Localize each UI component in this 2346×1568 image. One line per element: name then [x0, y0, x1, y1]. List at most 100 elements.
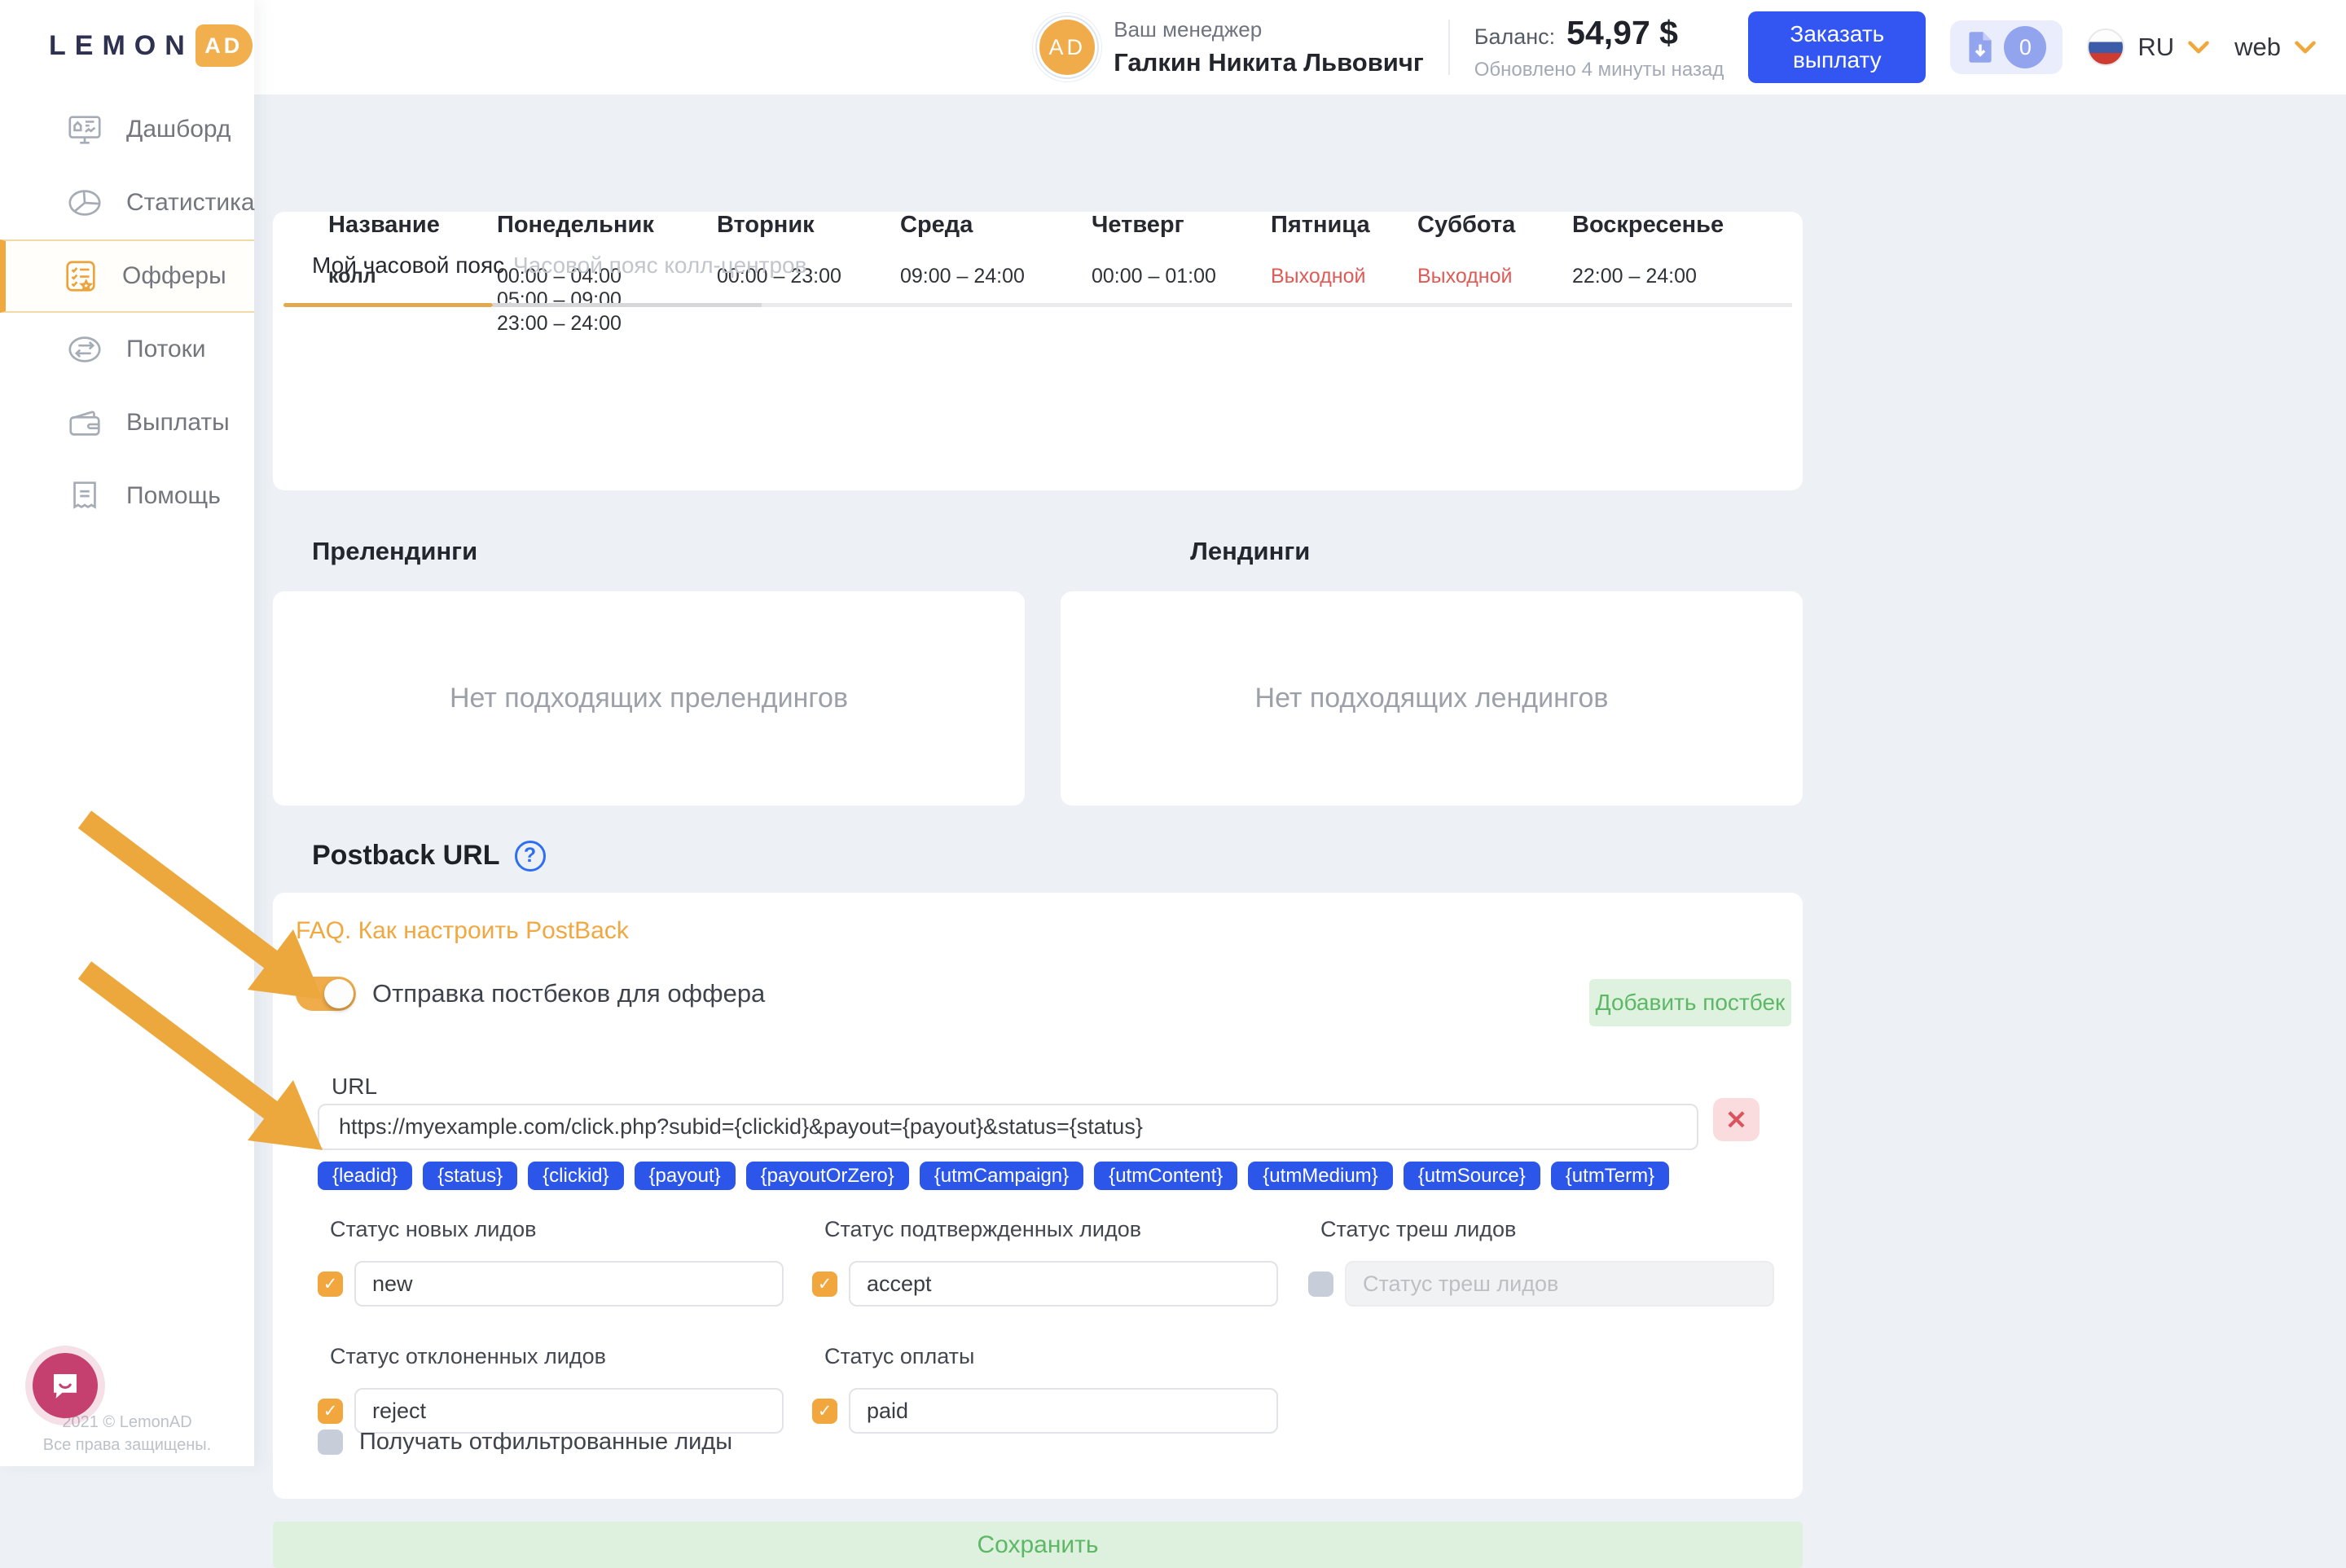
manager-block: AD Ваш менеджер Галкин Никита Львовичг: [1037, 17, 1423, 77]
copyright-line1: 2021 © LemonAD: [0, 1411, 254, 1434]
macro-tag[interactable]: {utmCampaign}: [920, 1162, 1083, 1190]
sidebar-item-label: Выплаты: [126, 409, 230, 437]
balance-amount: 54,97 $: [1566, 14, 1678, 52]
macro-tag[interactable]: {utmContent}: [1094, 1162, 1237, 1190]
header-divider: [1448, 20, 1450, 75]
sidebar-item-help[interactable]: Помощь: [0, 459, 254, 533]
url-label: URL: [332, 1074, 377, 1100]
schedule-sunday-cell: 22:00 – 24:00: [1572, 265, 1803, 336]
macro-tag[interactable]: {clickid}: [528, 1162, 623, 1190]
status-confirmed-input[interactable]: [849, 1261, 1278, 1307]
timezone-schedule-card: Мой часовой пояс Часовой пояс колл-центр…: [273, 212, 1803, 490]
column-header: Суббота: [1417, 212, 1572, 239]
schedule-friday-cell: Выходной: [1271, 265, 1417, 336]
postback-url-input[interactable]: [318, 1104, 1698, 1150]
save-button[interactable]: Сохранить: [273, 1522, 1803, 1568]
request-payout-button[interactable]: Заказать выплату: [1748, 11, 1926, 83]
downloads-widget[interactable]: 0: [1950, 20, 2063, 74]
sidebar-item-offers[interactable]: Офферы: [0, 239, 254, 313]
sidebar-item-statistics[interactable]: Статистика: [0, 166, 254, 239]
schedule-wednesday-cell: 09:00 – 24:00: [900, 265, 1092, 336]
tab-my-timezone[interactable]: Мой часовой пояс: [312, 253, 504, 279]
macro-tag[interactable]: {leadid}: [318, 1162, 412, 1190]
status-paid-checkbox[interactable]: [812, 1399, 837, 1424]
brand-logo[interactable]: LEMON AD: [49, 24, 253, 67]
statistics-icon: [66, 184, 103, 222]
column-header: Среда: [900, 212, 1092, 239]
column-header: Четверг: [1092, 212, 1271, 239]
column-header: Пятница: [1271, 212, 1417, 239]
balance-block: Баланс: 54,97 $ Обновлено 4 минуты назад: [1474, 14, 1724, 81]
column-header: Воскресенье: [1572, 212, 1803, 239]
tab-callcenter-timezone[interactable]: Часовой пояс колл-центров: [513, 253, 806, 279]
chevron-down-icon: [2187, 40, 2210, 55]
status-paid-input[interactable]: [849, 1388, 1278, 1434]
macro-tags: {leadid} {status} {clickid} {payout} {pa…: [318, 1162, 1669, 1190]
column-header: Понедельник: [497, 212, 717, 239]
macro-tag[interactable]: {utmSource}: [1404, 1162, 1540, 1190]
copyright-line2: Все права защищены.: [0, 1434, 254, 1456]
add-postback-button[interactable]: Добавить постбек: [1589, 979, 1791, 1026]
status-new-input[interactable]: [354, 1261, 784, 1307]
landings-empty-text: Нет подходящих лендингов: [1255, 683, 1609, 714]
chevron-down-icon: [2294, 40, 2317, 55]
column-header: Вторник: [717, 212, 900, 239]
sidebar-item-dashboard[interactable]: Дашборд: [0, 93, 254, 166]
status-rejected-input[interactable]: [354, 1388, 784, 1434]
column-header: Название: [328, 212, 497, 239]
offers-icon: [62, 257, 99, 295]
status-trash-input[interactable]: [1345, 1261, 1774, 1307]
downloads-count-badge: 0: [2004, 26, 2046, 68]
prelandings-card: Нет подходящих прелендингов: [273, 591, 1025, 806]
help-question-icon[interactable]: [515, 841, 546, 872]
sidebar: LEMON AD Дашборд Статистика: [0, 0, 254, 1466]
status-new-label: Статус новых лидов: [330, 1217, 812, 1242]
mode-selector[interactable]: web: [2234, 33, 2317, 62]
streams-icon: [66, 331, 103, 368]
topbar-items: AD Ваш менеджер Галкин Никита Львовичг Б…: [1037, 0, 2317, 94]
language-selector[interactable]: RU: [2087, 29, 2210, 66]
filtered-leads-row: Получать отфильтрованные лиды: [318, 1429, 732, 1456]
macro-tag[interactable]: {payout}: [635, 1162, 736, 1190]
schedule-header-row: Название Понедельник Вторник Среда Четве…: [273, 212, 1803, 239]
sidebar-item-streams[interactable]: Потоки: [0, 313, 254, 386]
status-confirmed-cell: Статус подтвержденных лидов: [812, 1217, 1308, 1307]
dashboard-icon: [66, 111, 103, 148]
postback-card: FAQ. Как настроить PostBack Отправка пос…: [273, 893, 1803, 1499]
sidebar-item-label: Статистика: [126, 189, 255, 217]
faq-postback-link[interactable]: FAQ. Как настроить PostBack: [296, 917, 629, 945]
macro-tag[interactable]: {status}: [423, 1162, 517, 1190]
copyright: 2021 © LemonAD Все права защищены.: [0, 1411, 254, 1456]
landings-row: Нет подходящих прелендингов Нет подходящ…: [273, 591, 1803, 806]
balance-updated: Обновлено 4 минуты назад: [1474, 59, 1724, 81]
filtered-leads-checkbox[interactable]: [318, 1430, 343, 1455]
sidebar-item-payouts[interactable]: Выплаты: [0, 386, 254, 459]
status-paid-cell: Статус оплаты: [812, 1344, 1308, 1434]
macro-tag[interactable]: {utmMedium}: [1248, 1162, 1392, 1190]
manager-avatar: AD: [1037, 17, 1097, 77]
status-new-checkbox[interactable]: [318, 1272, 343, 1297]
clear-url-button[interactable]: [1713, 1098, 1760, 1141]
macro-tag[interactable]: {payoutOrZero}: [746, 1162, 909, 1190]
status-rejected-label: Статус отклоненных лидов: [330, 1344, 812, 1369]
tab-underline: [283, 303, 1792, 307]
postback-toggle[interactable]: [296, 977, 356, 1011]
sidebar-item-label: Дашборд: [126, 116, 231, 143]
status-trash-label: Статус треш лидов: [1320, 1217, 1774, 1242]
prelandings-empty-text: Нет подходящих прелендингов: [450, 683, 848, 714]
brand-logo-text: LEMON: [49, 30, 194, 62]
manager-caption: Ваш менеджер: [1114, 17, 1423, 42]
status-rejected-cell: Статус отклоненных лидов: [318, 1344, 812, 1434]
topbar: AD Ваш менеджер Галкин Никита Львовичг Б…: [0, 0, 2346, 94]
manager-name: Галкин Никита Львовичг: [1114, 48, 1423, 77]
mode-value: web: [2234, 33, 2281, 62]
sidebar-menu: Дашборд Статистика Офферы: [0, 93, 254, 533]
status-trash-checkbox[interactable]: [1308, 1272, 1333, 1297]
status-rejected-checkbox[interactable]: [318, 1399, 343, 1424]
landings-title: Лендинги: [1190, 537, 1310, 566]
macro-tag[interactable]: {utmTerm}: [1551, 1162, 1669, 1190]
postback-heading: Postback URL: [312, 840, 1803, 872]
status-confirmed-checkbox[interactable]: [812, 1272, 837, 1297]
chat-widget-button[interactable]: [33, 1353, 98, 1418]
postback-title: Postback URL: [312, 840, 500, 872]
